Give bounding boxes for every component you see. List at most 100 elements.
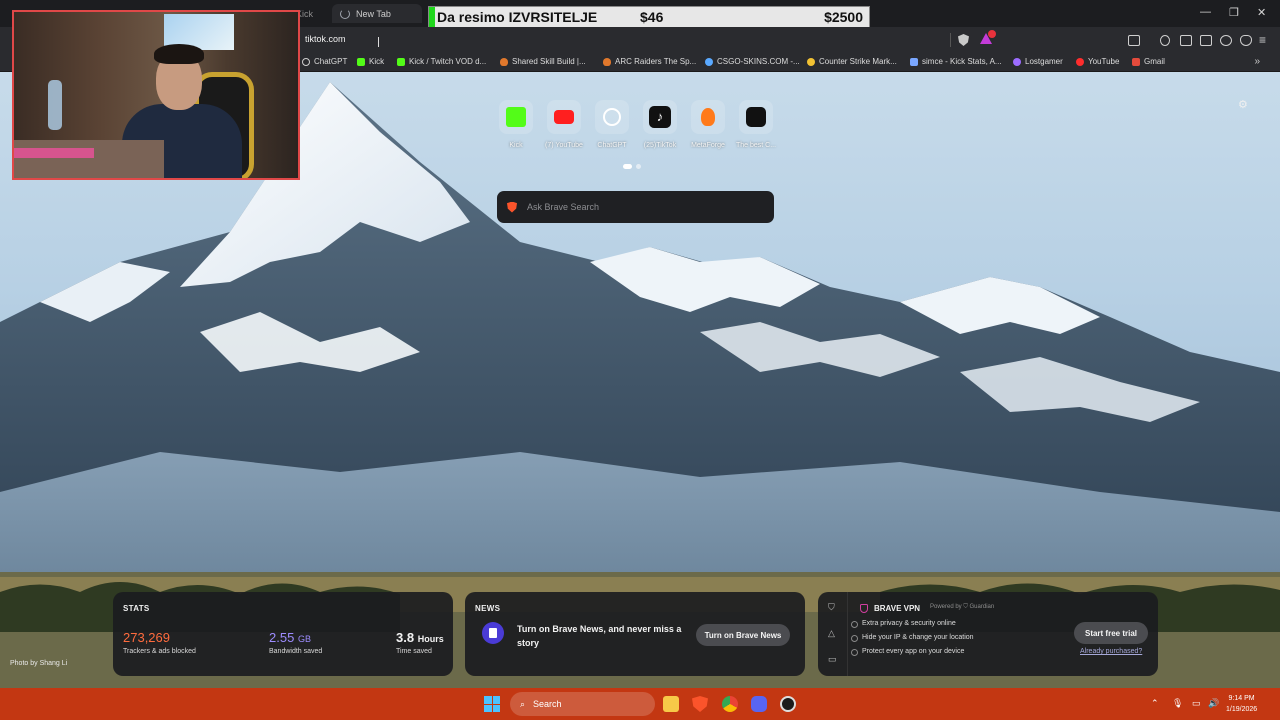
g-icon — [1013, 57, 1021, 66]
bandwidth-unit: GB — [297, 634, 311, 644]
already-purchased-link[interactable]: Already purchased? — [1080, 648, 1142, 655]
text-cursor-icon — [378, 37, 382, 47]
vpn-feature: Hide your IP & change your location — [851, 634, 974, 642]
flame-icon — [603, 57, 611, 66]
trackers-label: Trackers & ads blocked — [123, 648, 196, 655]
kick-icon — [499, 100, 533, 134]
time-saved-label: Time saved — [396, 648, 432, 655]
time-saved-value: 3.8 Hours — [396, 630, 444, 645]
top-site-youtube[interactable]: (7) YouTube — [545, 100, 583, 149]
trackers-count: 273,269 — [123, 630, 170, 645]
top-site-label: MetaForge — [691, 142, 725, 149]
brave-vpn-icon — [860, 604, 868, 613]
flame-icon — [500, 57, 508, 66]
top-sites-pager[interactable] — [623, 164, 641, 169]
network-icon[interactable]: ▭ — [1192, 698, 1201, 709]
taskbar-clock[interactable]: 9:14 PM 1/19/2026 — [1226, 693, 1257, 715]
news-title: NEWS — [475, 604, 501, 613]
top-site-label: The best C... — [735, 142, 777, 149]
bookmark-gmail[interactable]: Gmail — [1132, 57, 1165, 66]
menu-icon[interactable]: ≡ — [1259, 33, 1266, 47]
bookmark-lostgamer[interactable]: Lostgamer — [1013, 57, 1063, 66]
widget-rail: ⛉ △ ▭ — [818, 592, 848, 676]
bookmark-arc-raiders[interactable]: ARC Raiders The Sp... — [603, 57, 696, 66]
show-hidden-icons[interactable]: ⌃ — [1151, 698, 1159, 709]
windows-start-icon[interactable] — [484, 696, 500, 712]
background-tab[interactable]: Kick — [296, 4, 326, 23]
talk-icon[interactable]: ▭ — [828, 654, 837, 665]
bookmark-csgo-skins[interactable]: CSGO-SKINS.COM -... — [705, 57, 800, 66]
bookmark-youtube[interactable]: YouTube — [1076, 57, 1119, 66]
customize-settings-icon[interactable]: ⚙ — [1238, 98, 1248, 111]
vpn-title-text: BRAVE VPN — [874, 604, 921, 613]
cs-case-icon — [739, 100, 773, 134]
top-site-label: Kick — [509, 142, 523, 149]
file-explorer-icon[interactable] — [663, 696, 679, 712]
photo-credit[interactable]: Photo by Shang Li — [10, 660, 67, 667]
goal-current: $46 — [640, 9, 664, 25]
streamer-hair — [154, 44, 204, 64]
bookmark-simce[interactable]: simce - Kick Stats, A... — [910, 57, 1002, 66]
bookmark-chatgpt[interactable]: ChatGPT — [302, 57, 347, 66]
top-site-the-best-c[interactable]: The best C... — [735, 100, 777, 149]
top-site-label: (25)TikTok — [643, 142, 677, 149]
bandwidth-label: Bandwidth saved — [269, 648, 323, 655]
volume-icon[interactable]: 🔊 — [1208, 698, 1219, 709]
bookmark-label: Shared Skill Build |... — [512, 57, 586, 66]
top-site-chatgpt[interactable]: ChatGPT — [593, 100, 631, 149]
brave-browser-icon[interactable] — [692, 696, 708, 712]
top-site-metaforge[interactable]: MetaForge — [689, 100, 727, 149]
kick-icon — [357, 57, 365, 66]
bandwidth-value: 2.55 GB — [269, 630, 311, 645]
chrome-icon[interactable] — [722, 696, 738, 712]
top-site-kick[interactable]: Kick — [497, 100, 535, 149]
bookmark-kick[interactable]: Kick — [357, 57, 384, 66]
start-free-trial-button[interactable]: Start free trial — [1074, 622, 1148, 644]
chatgpt-icon — [595, 100, 629, 134]
top-site-label: ChatGPT — [597, 142, 627, 149]
brave-shields-icon[interactable] — [958, 34, 969, 46]
vpn-shield-icon[interactable]: ⛉ — [828, 602, 835, 613]
tab-new-tab[interactable]: New Tab — [332, 4, 422, 23]
restore-button[interactable]: ❐ — [1229, 6, 1239, 19]
taskbar-search-label: Search — [533, 699, 562, 709]
stats-title: STATS — [123, 604, 150, 613]
vpn-icon[interactable] — [1240, 35, 1252, 46]
close-button[interactable]: ✕ — [1257, 6, 1266, 19]
minimize-button[interactable]: — — [1200, 6, 1211, 18]
wallet-icon[interactable] — [1200, 35, 1212, 46]
taskbar-search[interactable]: ⌕ Search — [510, 692, 655, 716]
bookmark-label: Lostgamer — [1025, 57, 1063, 66]
rewards-icon[interactable]: △ — [828, 628, 835, 639]
goal-target: $2500 — [824, 9, 863, 25]
loading-spinner-icon — [340, 8, 350, 19]
leo-ai-icon[interactable] — [1220, 35, 1232, 46]
bookmark-counter-strike[interactable]: Counter Strike Mark... — [807, 57, 897, 66]
metaforge-icon — [691, 100, 725, 134]
bookmark-shared-skill[interactable]: Shared Skill Build |... — [500, 57, 586, 66]
bookmark-label: YouTube — [1088, 57, 1120, 66]
sidebar-icon[interactable] — [1180, 35, 1192, 46]
brave-search-box[interactable]: Ask Brave Search — [497, 191, 774, 223]
windows-taskbar: ⌕ Search ⌃ 🎙 ▭ 🔊 9:14 PM 1/19/2026 — [0, 688, 1280, 720]
search-icon: ⌕ — [520, 698, 526, 709]
vpn-powered-by: Powered by ⛉ Guardian — [930, 604, 995, 610]
donation-goal-overlay: Da resimo IZVRSITELJE $46 $2500 — [428, 6, 870, 28]
chatgpt-icon — [302, 57, 310, 66]
tab-label: New Tab — [356, 8, 391, 19]
tab-search-icon[interactable] — [1128, 35, 1140, 46]
address-bar[interactable]: tiktok.com — [305, 34, 346, 44]
brave-rewards-icon[interactable] — [980, 30, 996, 47]
led-light — [14, 148, 94, 158]
news-widget: NEWS Turn on Brave News, and never miss … — [465, 592, 805, 676]
media-icon[interactable] — [1160, 35, 1170, 46]
top-site-tiktok[interactable]: ♪ (25)TikTok — [641, 100, 679, 149]
obs-icon[interactable] — [780, 696, 796, 712]
bookmark-label: Kick — [369, 57, 385, 66]
discord-icon[interactable] — [751, 696, 767, 712]
bookmarks-overflow-button[interactable]: » — [1254, 56, 1260, 67]
bookmark-kick-vod[interactable]: Kick / Twitch VOD d... — [397, 57, 486, 66]
microphone-icon[interactable]: 🎙 — [1172, 698, 1183, 709]
divider — [950, 33, 951, 47]
turn-on-brave-news-button[interactable]: Turn on Brave News — [696, 624, 790, 646]
